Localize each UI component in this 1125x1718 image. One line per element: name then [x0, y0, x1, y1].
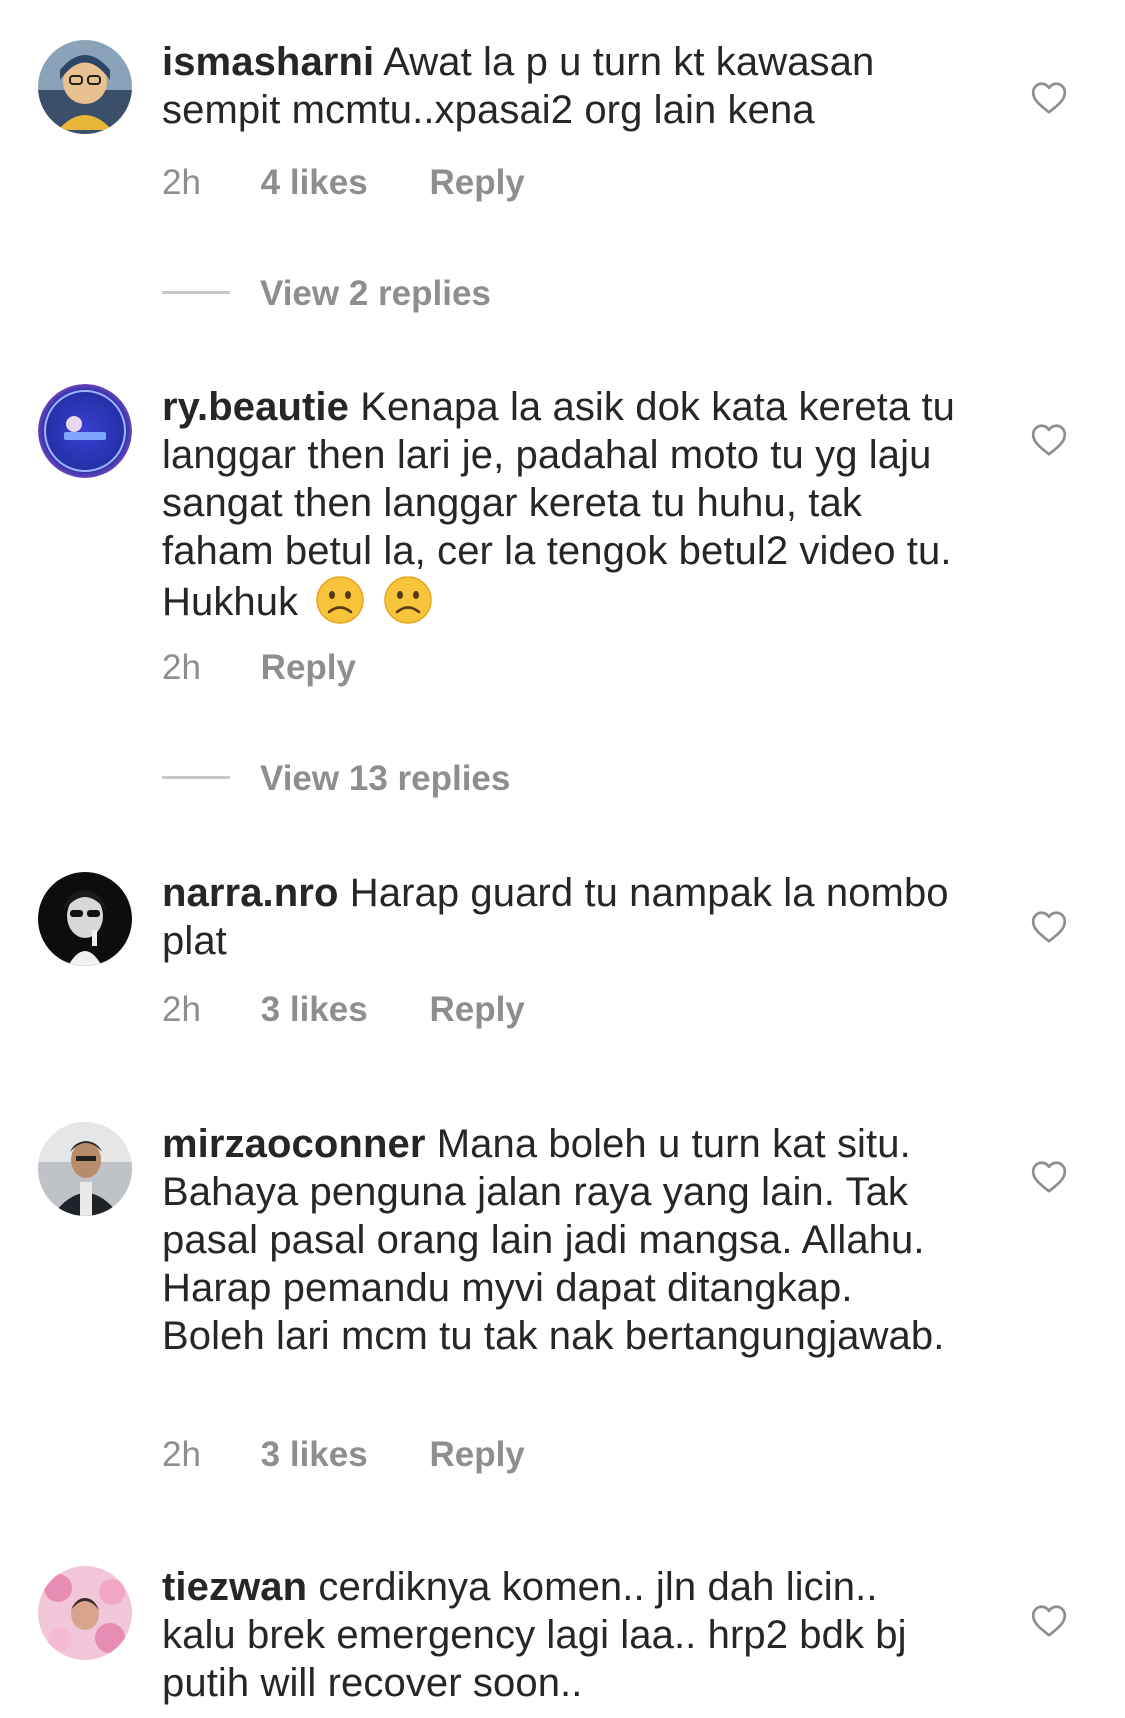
avatar[interactable]	[38, 872, 132, 966]
reply-button[interactable]: Reply	[261, 648, 356, 688]
likes-count[interactable]: 4 likes	[261, 163, 368, 203]
comment-username[interactable]: narra.nro	[162, 871, 339, 915]
view-replies-label: View 2 replies	[260, 274, 491, 313]
reply-button[interactable]: Reply	[429, 990, 524, 1030]
reply-button[interactable]: Reply	[429, 163, 524, 203]
heart-outline-icon[interactable]	[1030, 421, 1068, 459]
comment-username[interactable]: ismasharni	[162, 40, 374, 84]
heart-outline-icon[interactable]	[1030, 1602, 1068, 1640]
view-replies-label: View 13 replies	[260, 759, 511, 798]
comment-body: mirzaoconner Mana boleh u turn kat situ.…	[162, 1120, 962, 1360]
frowning-face-emoji-icon	[383, 575, 433, 625]
comment-username[interactable]: ry.beautie	[162, 385, 349, 429]
comment-username[interactable]: mirzaoconner	[162, 1122, 426, 1166]
comment-meta: 2h Reply	[162, 648, 356, 688]
comment-timestamp: 2h	[162, 163, 201, 202]
comment-body: tiezwan cerdiknya komen.. jln dah licin.…	[162, 1563, 962, 1707]
avatar[interactable]	[38, 384, 132, 478]
reply-button[interactable]: Reply	[429, 1435, 524, 1475]
heart-outline-icon[interactable]	[1030, 908, 1068, 946]
comment-body: ismasharni Awat la p u turn kt kawasan s…	[162, 38, 962, 134]
comment-body: narra.nro Harap guard tu nampak la nombo…	[162, 869, 962, 965]
comment-timestamp: 2h	[162, 990, 201, 1029]
heart-outline-icon[interactable]	[1030, 1158, 1068, 1196]
comment-timestamp: 2h	[162, 1435, 201, 1474]
avatar[interactable]	[38, 1566, 132, 1660]
view-replies-button[interactable]: View 13 replies	[162, 759, 510, 799]
comment-meta: 2h 3 likes Reply	[162, 1435, 525, 1475]
comment-timestamp: 2h	[162, 648, 201, 687]
comment-body: ry.beautie Kenapa la asik dok kata keret…	[162, 383, 962, 626]
comment-username[interactable]: tiezwan	[162, 1565, 307, 1609]
likes-count[interactable]: 3 likes	[261, 1435, 368, 1475]
view-replies-button[interactable]: View 2 replies	[162, 274, 491, 314]
frowning-face-emoji-icon	[315, 575, 365, 625]
comment-meta: 2h 3 likes Reply	[162, 990, 525, 1030]
thread-divider	[162, 291, 230, 295]
avatar[interactable]	[38, 40, 132, 134]
heart-outline-icon[interactable]	[1030, 79, 1068, 117]
likes-count[interactable]: 3 likes	[261, 990, 368, 1030]
thread-divider	[162, 776, 230, 780]
comment-meta: 2h 4 likes Reply	[162, 163, 525, 203]
avatar[interactable]	[38, 1122, 132, 1216]
